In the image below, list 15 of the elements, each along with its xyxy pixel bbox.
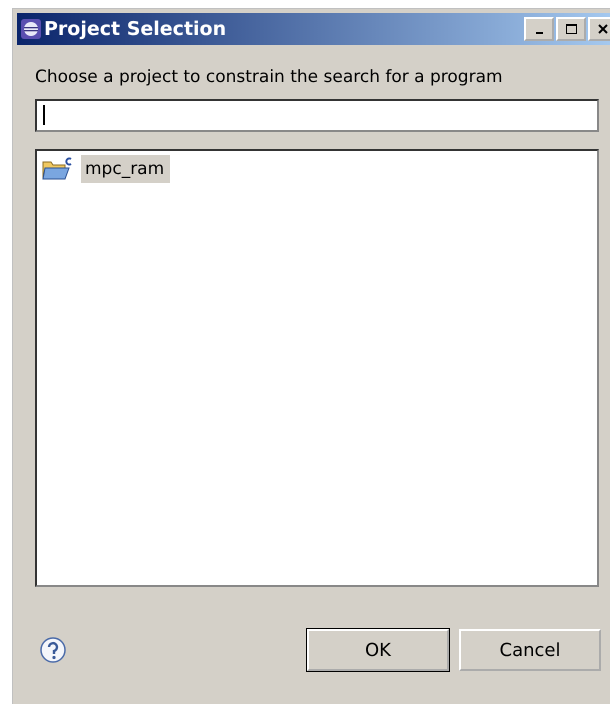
text-cursor [43, 105, 45, 125]
close-icon [598, 24, 608, 34]
help-icon[interactable] [39, 636, 67, 664]
maximize-icon [566, 24, 576, 34]
close-button[interactable] [588, 17, 610, 41]
cancel-button[interactable]: Cancel [459, 629, 601, 671]
eclipse-icon [21, 19, 41, 39]
project-item[interactable]: mpc_ram [81, 155, 170, 183]
minimize-icon [536, 32, 542, 34]
maximize-button[interactable] [556, 17, 586, 41]
prompt-label: Choose a project to constrain the search for a program [35, 67, 504, 87]
project-folder-icon [41, 156, 73, 182]
window-title: Project Selection [44, 18, 228, 40]
filter-field[interactable] [35, 99, 599, 132]
ok-button[interactable]: OK [307, 629, 449, 671]
